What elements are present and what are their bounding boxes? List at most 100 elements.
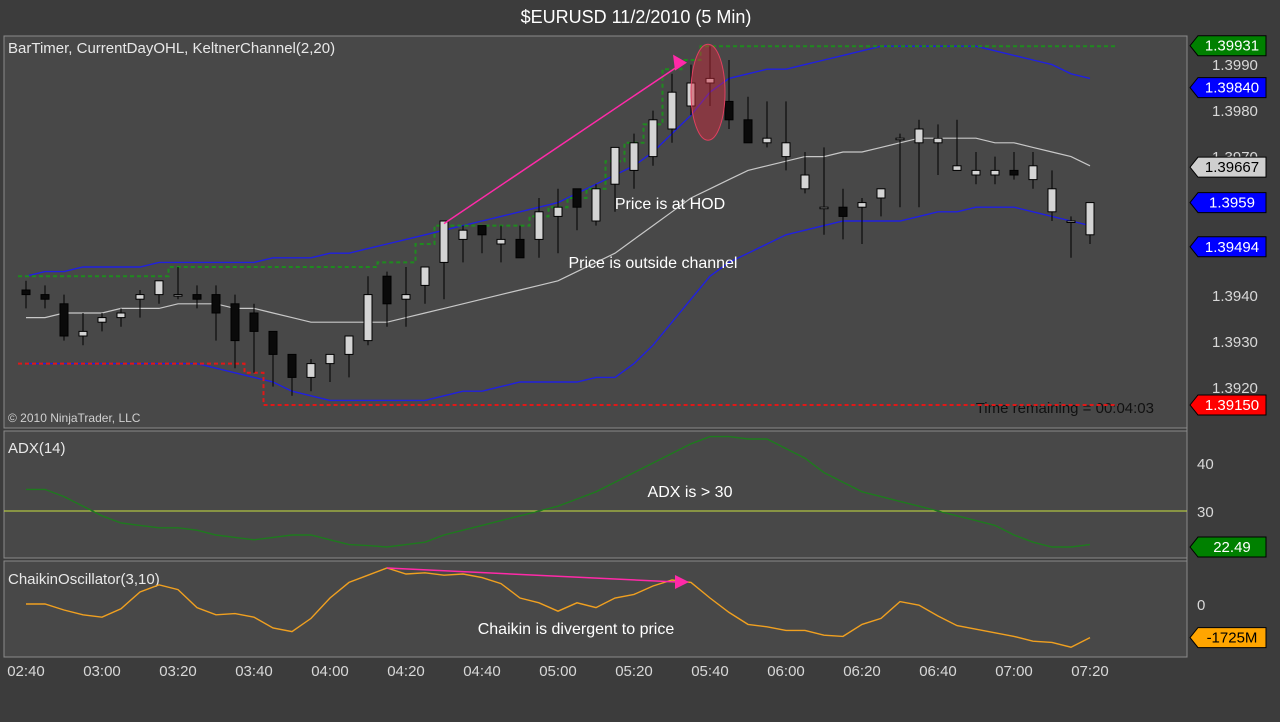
- candle-body: [1066, 220, 1076, 223]
- candle-body: [230, 303, 240, 342]
- adx-badge: 22.49: [1213, 539, 1251, 556]
- copyright-text: © 2010 NinjaTrader, LLC: [8, 411, 141, 425]
- candle-body: [135, 294, 145, 300]
- price-tick: 1.3930: [1212, 334, 1258, 351]
- chart-canvas: $EURUSD 11/2/2010 (5 Min) BarTimer, Curr…: [3, 7, 1267, 680]
- candle-body: [40, 294, 50, 300]
- annotation-outside-channel: Price is outside channel: [569, 255, 738, 272]
- candle-body: [629, 142, 639, 171]
- time-tick: 04:20: [387, 663, 425, 680]
- candle-body: [420, 266, 430, 286]
- candle-body: [458, 229, 468, 240]
- candle-body: [819, 206, 829, 210]
- candle-body: [515, 238, 525, 259]
- annotation-hod: Price is at HOD: [615, 196, 725, 213]
- candle-body: [838, 206, 848, 217]
- candle-body: [1047, 188, 1057, 213]
- price-badge: 1.3959: [1209, 195, 1255, 212]
- price-axis-ticks: 1.3990 1.3980 1.3970 1.3940 1.3930 1.392…: [1212, 57, 1258, 397]
- time-tick: 07:20: [1071, 663, 1109, 680]
- price-tick: 1.3990: [1212, 57, 1258, 74]
- time-tick: 05:00: [539, 663, 577, 680]
- annotation-chaikin: Chaikin is divergent to price: [478, 621, 675, 638]
- candle-body: [287, 353, 297, 378]
- price-badge: 1.39840: [1205, 80, 1259, 97]
- adx-tick: 40: [1197, 456, 1214, 473]
- candle-body: [268, 330, 278, 355]
- candle-body: [59, 303, 69, 337]
- candle-body: [610, 146, 620, 185]
- candle-body: [173, 294, 183, 297]
- candle-body: [344, 335, 354, 355]
- time-tick: 06:00: [767, 663, 805, 680]
- candle-body: [306, 363, 316, 378]
- time-remaining-text: Time remaining = 00:04:03: [976, 400, 1154, 417]
- chaikin-panel-label: ChaikinOscillator(3,10): [8, 571, 160, 588]
- time-tick: 02:40: [7, 663, 45, 680]
- adx-panel[interactable]: [3, 430, 1188, 559]
- candle-body: [78, 330, 88, 337]
- candle-body: [401, 294, 411, 300]
- time-tick: 03:40: [235, 663, 273, 680]
- candle-body: [591, 188, 601, 222]
- candle-body: [496, 238, 506, 245]
- candle-body: [990, 169, 1000, 176]
- price-panel-label: BarTimer, CurrentDayOHL, KeltnerChannel(…: [8, 40, 335, 57]
- candle-body: [762, 137, 772, 144]
- time-tick: 07:00: [995, 663, 1033, 680]
- candle-body: [648, 119, 658, 158]
- time-tick: 06:20: [843, 663, 881, 680]
- candle-body: [743, 119, 753, 144]
- candle-body: [363, 294, 373, 342]
- candle-body: [724, 100, 734, 121]
- candle-body: [553, 206, 563, 217]
- candle-body: [154, 280, 164, 296]
- candle-body: [477, 225, 487, 236]
- chaikin-axis-ticks: 0: [1197, 597, 1205, 614]
- chaikin-panel[interactable]: [3, 560, 1188, 658]
- price-badge: 1.39150: [1205, 397, 1259, 414]
- candle-body: [1085, 202, 1095, 236]
- candle-body: [933, 137, 943, 144]
- chaikin-tick: 0: [1197, 597, 1205, 614]
- candle-body: [857, 202, 867, 208]
- time-tick: 05:20: [615, 663, 653, 680]
- time-tick: 04:40: [463, 663, 501, 680]
- candle-body: [1009, 169, 1019, 176]
- candle-body: [97, 317, 107, 323]
- price-tick: 1.3940: [1212, 288, 1258, 305]
- window-title: $EURUSD 11/2/2010 (5 Min): [521, 7, 752, 27]
- time-tick: 04:00: [311, 663, 349, 680]
- candle-body: [21, 289, 31, 296]
- candle-body: [876, 188, 886, 199]
- candle-body: [781, 142, 791, 158]
- time-tick: 03:00: [83, 663, 121, 680]
- candle-body: [382, 275, 392, 305]
- candle-body: [116, 312, 126, 319]
- candle-body: [952, 165, 962, 171]
- candle-body: [800, 174, 810, 190]
- candle-body: [1028, 165, 1038, 181]
- candle-body: [439, 220, 449, 263]
- chaikin-badge: -1725M: [1207, 630, 1258, 647]
- price-badge: 1.39494: [1205, 239, 1259, 256]
- adx-panel-label: ADX(14): [8, 440, 66, 457]
- time-tick: 05:40: [691, 663, 729, 680]
- candle-body: [192, 294, 202, 300]
- price-badge: 1.39931: [1205, 38, 1259, 55]
- candle-body: [572, 188, 582, 208]
- candle-body: [211, 294, 221, 314]
- adx-axis-ticks: 40 30: [1197, 456, 1214, 521]
- candle-body: [971, 169, 981, 176]
- candle-body: [325, 353, 335, 365]
- price-tick: 1.3920: [1212, 380, 1258, 397]
- time-tick: 06:40: [919, 663, 957, 680]
- candle-body: [895, 137, 905, 141]
- price-panel[interactable]: [3, 35, 1188, 429]
- annotation-adx: ADX is > 30: [648, 484, 733, 501]
- price-badge: 1.39667: [1205, 159, 1259, 176]
- time-tick: 03:20: [159, 663, 197, 680]
- hod-highlight: [690, 43, 726, 141]
- candle-body: [667, 91, 677, 130]
- candle-body: [534, 211, 544, 240]
